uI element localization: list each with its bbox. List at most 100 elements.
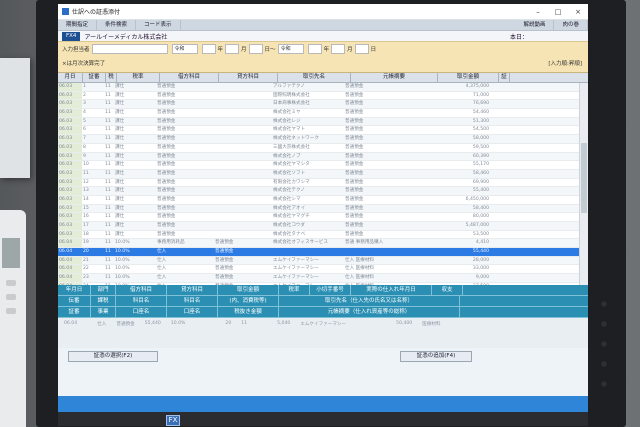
- detail-header: 年月日 部門 借方科目 貸方科目 取引金額 税率 小切手番号 実際の仕入れ年月日 収支 伝番 課税…: [58, 285, 588, 318]
- table-row[interactable]: 06.03 5 11 課仕 普通預金 株式会社レジ 普通預金 51,300: [58, 117, 588, 127]
- table-cell: 普通預金: [345, 110, 364, 116]
- select-evidence-button[interactable]: 証憑の選択(F2): [68, 351, 158, 362]
- col-amount[interactable]: 取引金額: [438, 73, 499, 82]
- table-cell: 株式会社アオイ: [273, 205, 306, 211]
- table-cell: [214, 135, 272, 143]
- grid-scrollbar[interactable]: [579, 83, 588, 285]
- table-row[interactable]: 06.04 22 11 10.0% 仕入 普通預金 エムケイファーマシー 仕入 医療材料 33,…: [58, 265, 588, 275]
- table-row[interactable]: 06.03 10 11 課仕 普通預金 株式会社ヤマシタ 普通預金 55,170: [58, 161, 588, 170]
- table-row[interactable]: 06.03 17 11 課仕 普通預金 株式会社コウダ 普通預金 5,487,000: [58, 222, 588, 231]
- table-row[interactable]: 06.03 2 11 課仕 普通預金 国際照明株式会社 普通預金 71,000: [58, 91, 588, 101]
- table-cell: 株式会社タナベ: [273, 231, 306, 237]
- table-cell: 普通預金: [157, 153, 176, 159]
- era-to-select[interactable]: 令和: [277, 44, 304, 54]
- table-cell: [490, 205, 500, 213]
- table-row[interactable]: 06.03 18 11 課仕 普通預金 株式会社タナベ 普通預金 53,500: [58, 230, 588, 240]
- detail-value: 5,040: [277, 321, 291, 326]
- table-cell: 9,000: [475, 275, 489, 281]
- table-cell: 課仕: [115, 179, 125, 185]
- table-cell: [490, 257, 500, 265]
- table-row[interactable]: 06.03 16 11 課仕 普通預金 株式会社ヤマグチ 普通預金 80,000: [58, 213, 588, 222]
- table-row[interactable]: 06.04 20 11 10.0% 仕入 普通預金 55,440: [58, 248, 588, 257]
- table-cell: 06.03: [58, 91, 82, 100]
- col-number[interactable]: 証番: [83, 73, 106, 82]
- month-to-input[interactable]: [331, 44, 346, 54]
- scroll-thumb[interactable]: [581, 143, 587, 213]
- table-row[interactable]: 06.04 21 11 10.0% 仕入 普通預金 エムケイファーマシー 仕入 医療材料 28,…: [58, 256, 588, 266]
- table-cell: 06.03: [58, 195, 82, 204]
- table-cell: 17: [83, 223, 89, 228]
- monitor-button[interactable]: [600, 300, 608, 308]
- col-date[interactable]: 月日: [58, 73, 83, 82]
- table-row[interactable]: 06.03 11 11 課仕 普通預金 株式会社ソフト 普通預金 58,460: [58, 169, 588, 179]
- table-row[interactable]: 06.04 19 11 10.0% 事務用消耗品 普通預金 株式会社オフィスサービス 普通 事…: [58, 239, 588, 249]
- col-memo[interactable]: 元帳摘要: [351, 73, 438, 82]
- table-cell: 06.03: [58, 143, 82, 152]
- menu-period[interactable]: 期間指定: [58, 20, 98, 30]
- close-button[interactable]: ×: [568, 8, 588, 16]
- col-credit[interactable]: 貸方科目: [219, 73, 278, 82]
- table-cell: 28,000: [472, 257, 489, 263]
- table-cell: 課仕: [115, 84, 125, 89]
- col-debit[interactable]: 借方科目: [160, 73, 219, 82]
- col-tax[interactable]: 税: [106, 73, 117, 82]
- table-cell: 11: [105, 118, 111, 124]
- table-row[interactable]: 06.03 15 11 課仕 普通預金 株式会社アオイ 普通預金 58,400: [58, 204, 588, 214]
- menu-video[interactable]: 解説動画: [515, 20, 555, 30]
- table-cell: 06.03: [58, 152, 82, 161]
- col-evidence[interactable]: 証: [499, 73, 510, 82]
- monitor-button[interactable]: [600, 380, 608, 388]
- year-to-input[interactable]: [307, 44, 322, 54]
- era-from-select[interactable]: 令和: [171, 44, 198, 54]
- action-area: 証憑の選択(F2) 証憑の追加(F4): [58, 348, 588, 382]
- table-cell: 11: [105, 127, 111, 133]
- col-rate[interactable]: 税率: [117, 73, 160, 82]
- table-cell: 06.03: [58, 204, 82, 213]
- day-to-input[interactable]: [354, 44, 369, 54]
- table-cell: 06.04: [58, 248, 82, 256]
- table-row[interactable]: 06.03 8 11 課仕 普通預金 三國大京株式会社 普通預金 59,500: [58, 143, 588, 153]
- minimize-button[interactable]: –: [528, 8, 548, 16]
- window-title: 仕訳への証憑添付: [72, 9, 121, 16]
- table-cell: 課仕: [115, 92, 125, 98]
- table-row[interactable]: 06.03 13 11 課仕 普通預金 株式会社テクノ 普通預金 55,400: [58, 187, 588, 196]
- table-cell: 06.04: [58, 256, 82, 265]
- table-row[interactable]: 06.03 6 11 課仕 普通預金 株式会社ヤマト 普通預金 54,500: [58, 126, 588, 136]
- table-cell: 株式会社シマ: [273, 196, 301, 202]
- monitor-button[interactable]: [600, 340, 608, 348]
- table-cell: 5,487,000: [465, 223, 489, 228]
- year-from-input[interactable]: [201, 44, 216, 54]
- maximize-button[interactable]: □: [548, 8, 568, 16]
- monitor-button[interactable]: [600, 320, 608, 328]
- menu-help[interactable]: 肉の巻: [554, 20, 588, 30]
- table-cell: 11: [105, 179, 111, 185]
- table-row[interactable]: 06.04 23 11 10.0% 仕入 普通預金 エムケイファーマシー 仕入 医療材料 9,0…: [58, 274, 588, 283]
- title-bar: 仕訳への証憑添付 – □ ×: [58, 4, 588, 20]
- phone-key: [6, 308, 16, 314]
- table-cell: 11: [105, 240, 111, 246]
- menu-code-display[interactable]: コード表示: [136, 20, 181, 30]
- table-row[interactable]: 06.03 7 11 課仕 普通預金 株式会社ネットワーク 普通預金 58,000: [58, 135, 588, 144]
- table-row[interactable]: 06.03 14 11 課仕 普通預金 株式会社シマ 普通預金 6,450,000: [58, 195, 588, 205]
- table-cell: 60,390: [472, 153, 489, 159]
- table-cell: 6: [83, 127, 86, 133]
- table-header: 月日 証番 税 税率 借方科目 貸方科目 取引先名 元帳摘要 取引金額 証: [58, 73, 588, 83]
- table-cell: 11: [105, 257, 111, 263]
- table-row[interactable]: 06.03 3 11 課仕 普通預金 日本商事株式会社 普通預金 76,690: [58, 100, 588, 110]
- menu-search[interactable]: 条件検索: [97, 20, 137, 30]
- table-row[interactable]: 06.03 9 11 課仕 普通預金 株式会社ノブ 普通預金 60,390: [58, 152, 588, 162]
- table-row[interactable]: 06.03 4 11 課仕 普通預金 株式会社ミヤ 普通預金 54,460: [58, 109, 588, 118]
- day-from-input[interactable]: [248, 44, 263, 54]
- table-row[interactable]: 06.03 12 11 課仕 普通預金 有限会社カワシマ 普通預金 69,900: [58, 178, 588, 188]
- monitor-button[interactable]: [600, 360, 608, 368]
- col-partner[interactable]: 取引先名: [278, 73, 351, 82]
- table-row[interactable]: 06.04241110.0%仕入普通預金エムケイファーマシー仕入 医療材料27,…: [58, 282, 588, 285]
- month-from-input[interactable]: [225, 44, 240, 54]
- status-bar: [58, 396, 588, 412]
- fx4-taskbar-icon[interactable]: FX: [166, 415, 180, 426]
- operator-input[interactable]: [91, 44, 168, 54]
- table-row[interactable]: 06.03 1 11 課仕 普通預金 アルファテクノ 普通預金 4,375,000: [58, 83, 588, 92]
- table-cell: [214, 100, 272, 108]
- add-evidence-button[interactable]: 証憑の追加(F4): [400, 351, 472, 362]
- table-cell: 課仕: [115, 214, 125, 220]
